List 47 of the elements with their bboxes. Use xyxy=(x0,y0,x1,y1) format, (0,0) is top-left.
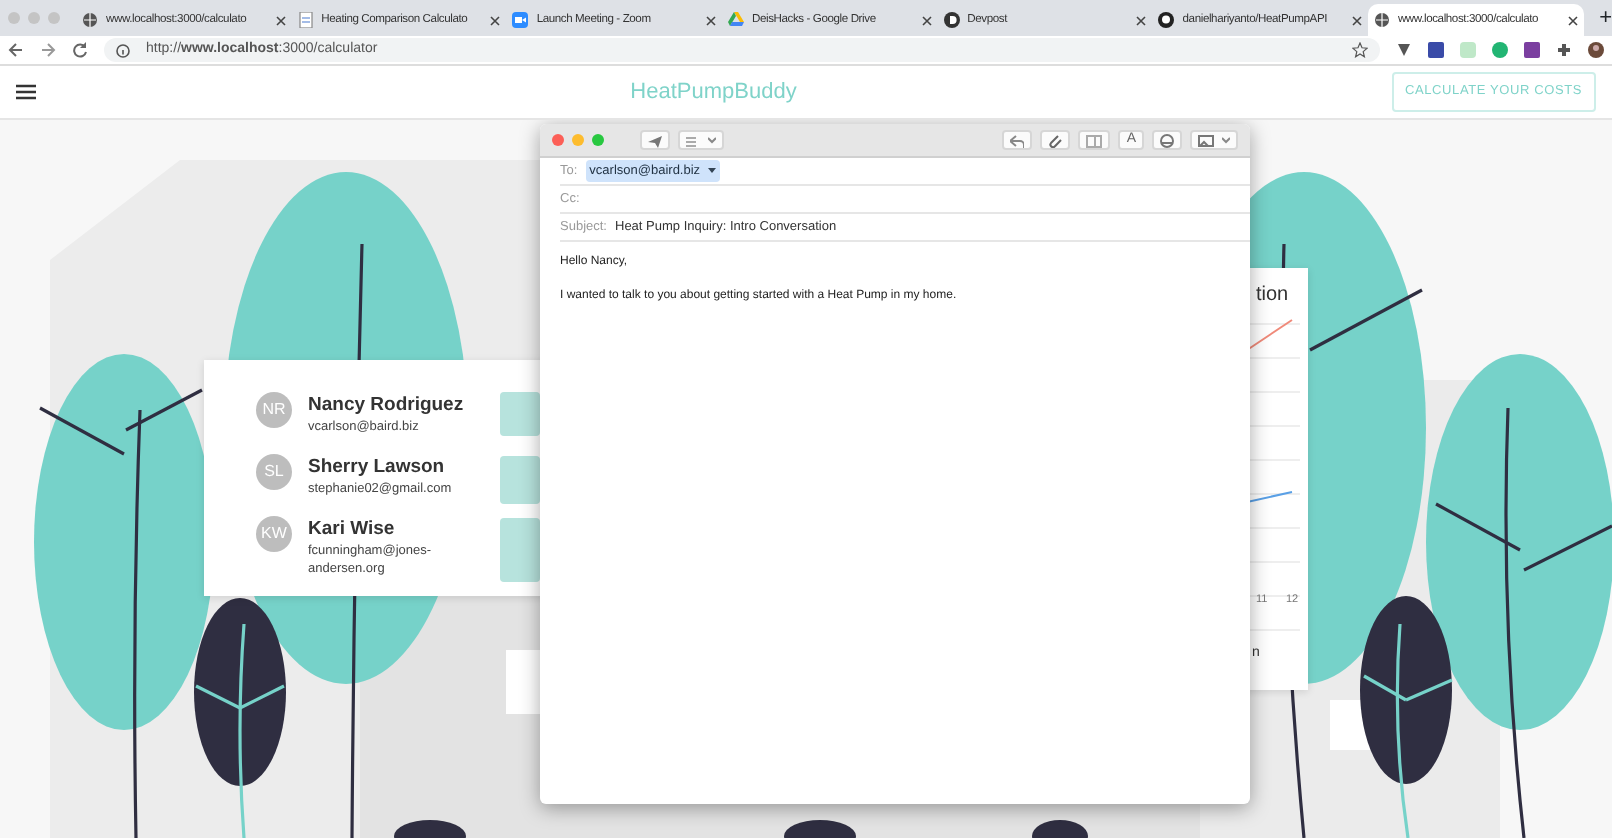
video-camera-icon xyxy=(512,12,529,28)
contact-avatar: KW xyxy=(256,516,292,553)
circle-icon[interactable] xyxy=(1492,42,1508,58)
info-icon[interactable] xyxy=(116,43,130,57)
reload-icon[interactable] xyxy=(72,42,88,58)
paper-plane-icon xyxy=(648,133,662,147)
document-icon xyxy=(297,12,314,28)
photo-button[interactable] xyxy=(1190,130,1238,150)
photo-icon xyxy=(1198,133,1214,147)
close-icon[interactable] xyxy=(1567,15,1578,25)
close-icon[interactable] xyxy=(1136,15,1147,25)
close-icon[interactable] xyxy=(921,15,932,25)
back-icon[interactable] xyxy=(8,42,24,58)
contact-avatar: NR xyxy=(256,392,292,428)
globe-icon xyxy=(1373,12,1390,28)
panel-icon xyxy=(1086,133,1103,147)
caret-icon xyxy=(708,136,716,144)
puzzle-icon[interactable] xyxy=(1556,42,1572,58)
reply-button[interactable] xyxy=(1002,130,1033,150)
funnel-icon[interactable] xyxy=(1396,42,1412,58)
emoji-button[interactable] xyxy=(1152,130,1182,150)
list-icon xyxy=(686,133,700,147)
contact-name: Kari Wise xyxy=(308,516,397,544)
app-title: HeatPumpBuddy xyxy=(630,77,797,108)
chart-title: tion xyxy=(1256,282,1289,310)
close-icon[interactable] xyxy=(1351,15,1362,25)
paperclip-icon xyxy=(1048,133,1063,147)
header-fields-button[interactable] xyxy=(678,130,724,150)
caret-icon xyxy=(708,168,717,174)
star-icon[interactable] xyxy=(1352,42,1368,58)
forward-icon[interactable] xyxy=(40,42,56,58)
close-icon[interactable] xyxy=(490,15,501,25)
close-icon[interactable] xyxy=(705,15,716,25)
triangle-icon xyxy=(727,12,744,28)
avatar-icon[interactable] xyxy=(1588,42,1604,58)
contact-name: Nancy Rodriguez xyxy=(308,392,466,420)
new-tab-button[interactable]: + xyxy=(1599,1,1612,35)
globe-icon xyxy=(82,12,98,28)
contact-avatar: SL xyxy=(256,454,292,491)
send-button[interactable] xyxy=(640,130,670,150)
menu-icon[interactable] xyxy=(16,84,36,100)
caret-icon xyxy=(1222,136,1230,144)
contact-name: Sherry Lawson xyxy=(308,454,447,482)
smiley-icon xyxy=(1160,133,1174,147)
reply-icon xyxy=(1010,133,1025,147)
close-icon[interactable] xyxy=(275,15,286,25)
attach-button[interactable] xyxy=(1040,130,1071,150)
